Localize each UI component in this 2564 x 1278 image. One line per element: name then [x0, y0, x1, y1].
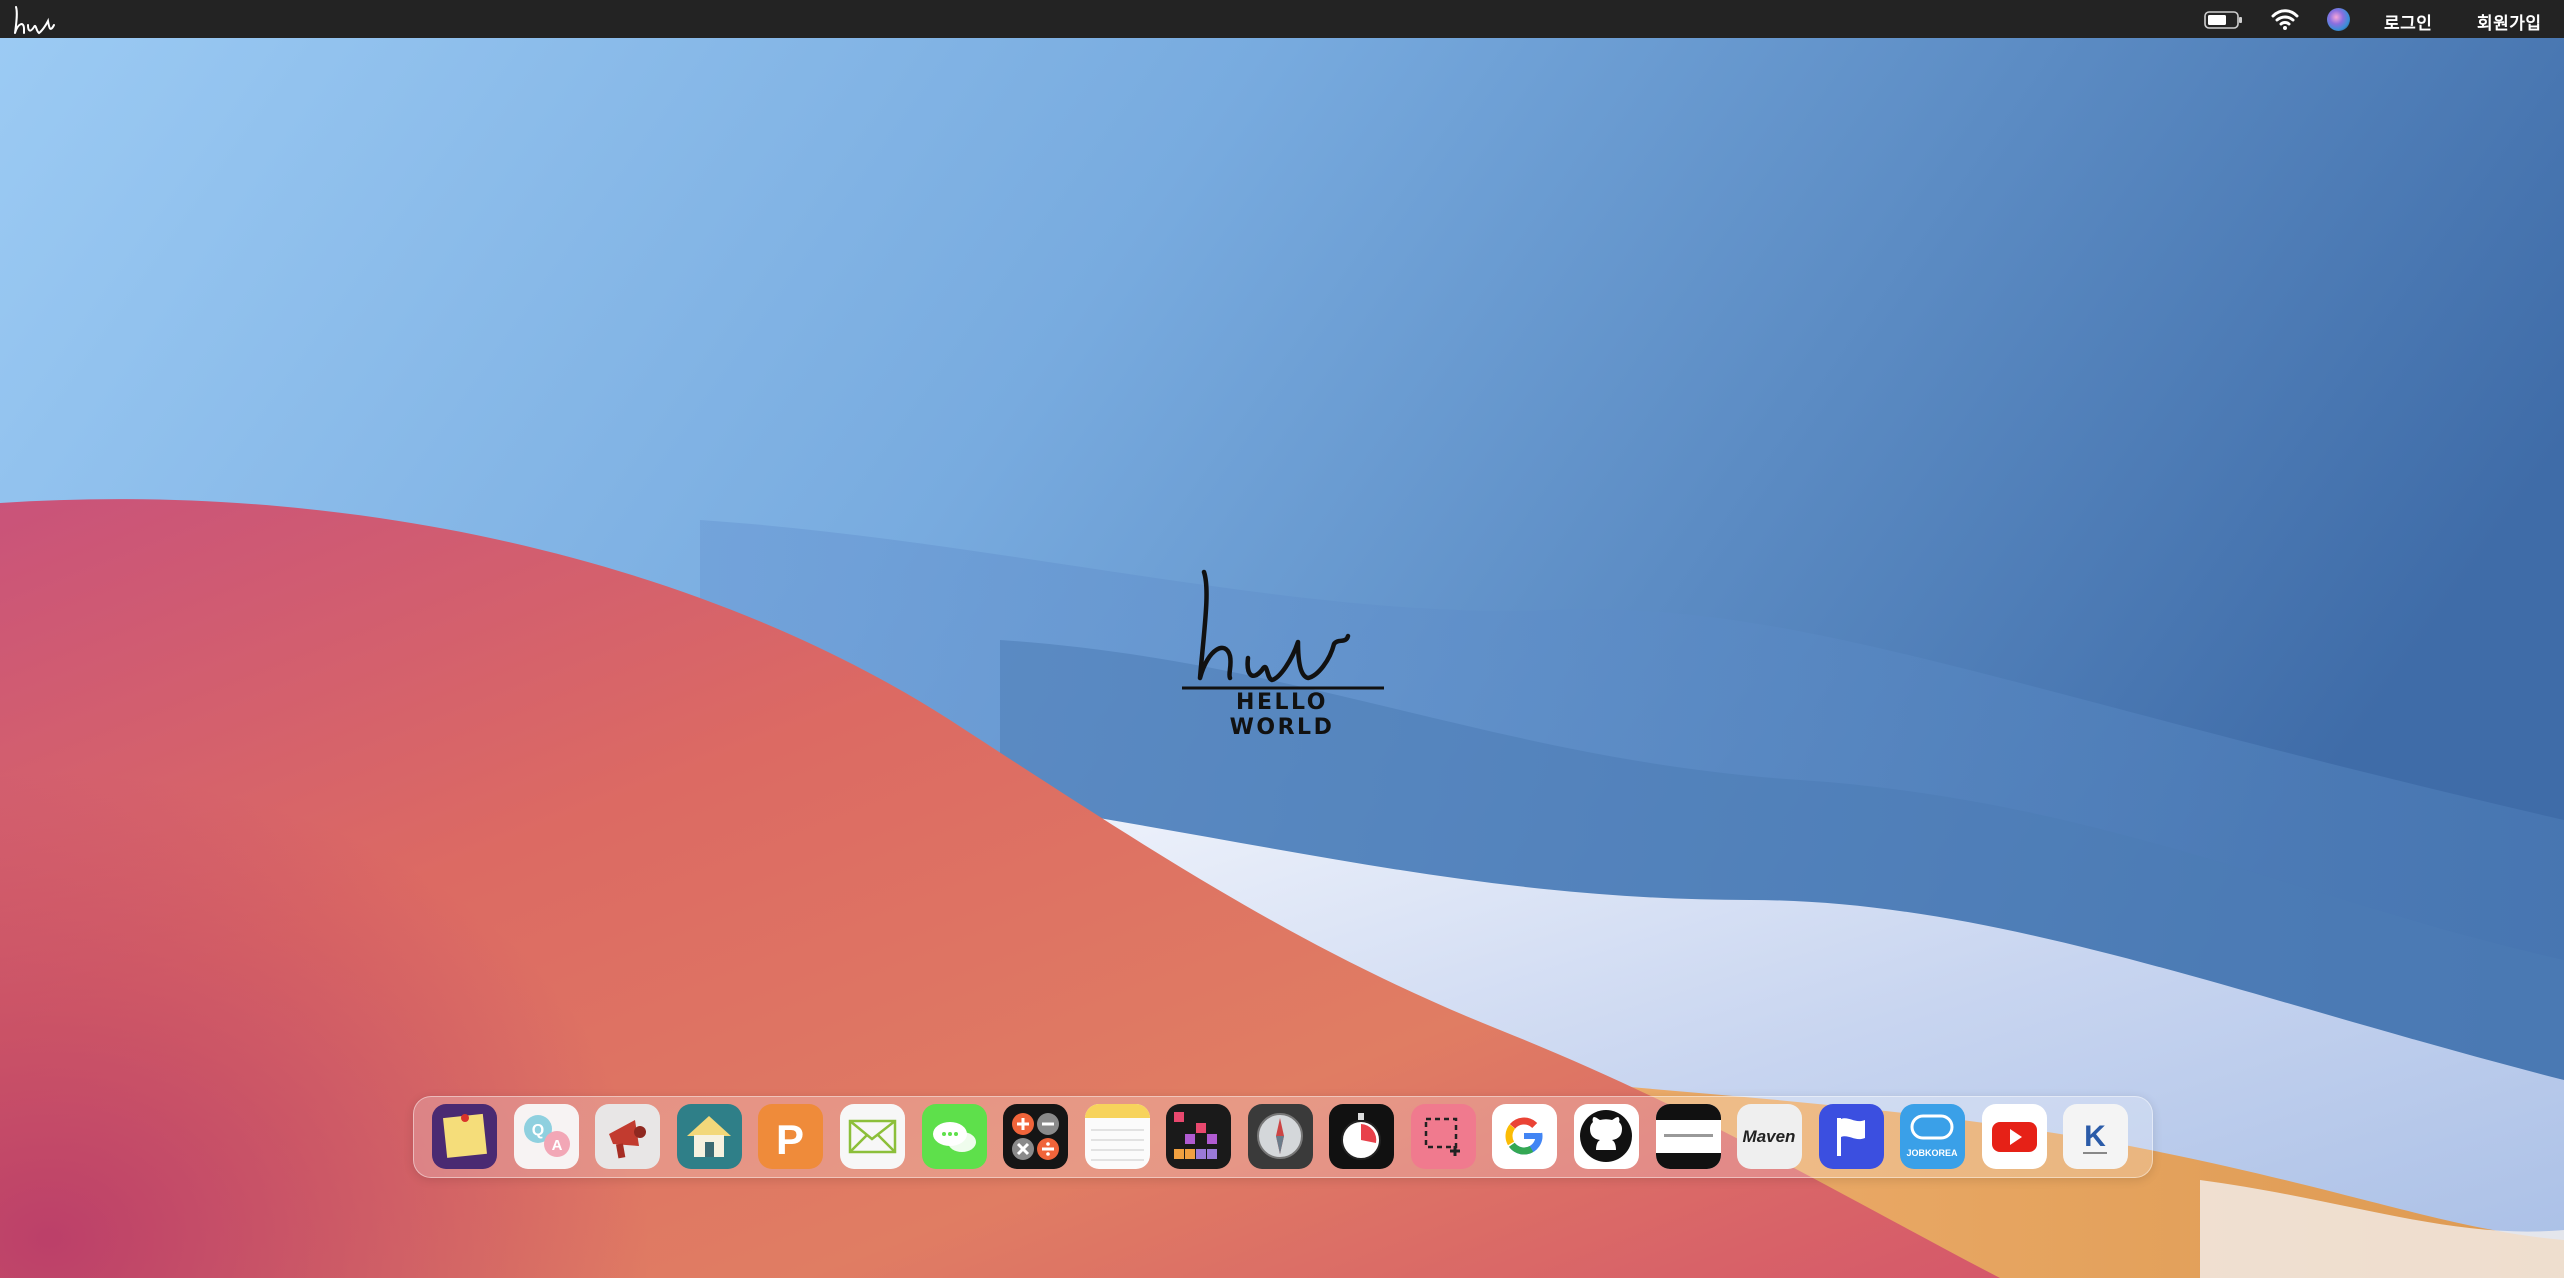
- grid-app-icon[interactable]: [1166, 1104, 1231, 1169]
- sticky-notes-icon[interactable]: [432, 1104, 497, 1169]
- svg-text:P: P: [776, 1116, 804, 1163]
- flag-icon[interactable]: [1819, 1104, 1884, 1169]
- svg-text:A: A: [552, 1137, 563, 1154]
- menu-bar: 로그인 회원가입: [0, 0, 2564, 38]
- home-icon[interactable]: [677, 1104, 742, 1169]
- messages-icon[interactable]: [922, 1104, 987, 1169]
- svg-text:Q: Q: [532, 1122, 544, 1139]
- svg-text:Maven: Maven: [1743, 1127, 1796, 1146]
- youtube-icon[interactable]: [1982, 1104, 2047, 1169]
- siri-icon[interactable]: [2327, 8, 2350, 31]
- qna-icon[interactable]: QA: [514, 1104, 579, 1169]
- svg-text:K: K: [2084, 1120, 2106, 1153]
- screenshot-icon[interactable]: [1411, 1104, 1476, 1169]
- svg-text:JOBKOREA: JOBKOREA: [1906, 1148, 1958, 1158]
- hello-world-tagline: HELLO WORLD: [1229, 690, 1335, 740]
- signup-link[interactable]: 회원가입: [2477, 9, 2542, 34]
- github-icon[interactable]: [1574, 1104, 1639, 1169]
- google-icon[interactable]: [1492, 1104, 1557, 1169]
- hw-logo-icon[interactable]: [10, 3, 72, 37]
- k-app-icon[interactable]: K: [2063, 1104, 2128, 1169]
- p-app-icon[interactable]: P: [758, 1104, 823, 1169]
- calculator-icon[interactable]: [1003, 1104, 1068, 1169]
- stopwatch-icon[interactable]: [1329, 1104, 1394, 1169]
- mail-icon[interactable]: [840, 1104, 905, 1169]
- jobkorea-icon[interactable]: JOBKOREA: [1900, 1104, 1965, 1169]
- battery-icon: [2204, 11, 2242, 29]
- maven-icon[interactable]: Maven: [1737, 1104, 1802, 1169]
- notes-icon[interactable]: [1085, 1104, 1150, 1169]
- dark-site-icon[interactable]: [1656, 1104, 1721, 1169]
- compass-icon[interactable]: [1248, 1104, 1313, 1169]
- megaphone-icon[interactable]: [595, 1104, 660, 1169]
- login-link[interactable]: 로그인: [2384, 9, 2432, 34]
- wifi-icon: [2271, 9, 2299, 30]
